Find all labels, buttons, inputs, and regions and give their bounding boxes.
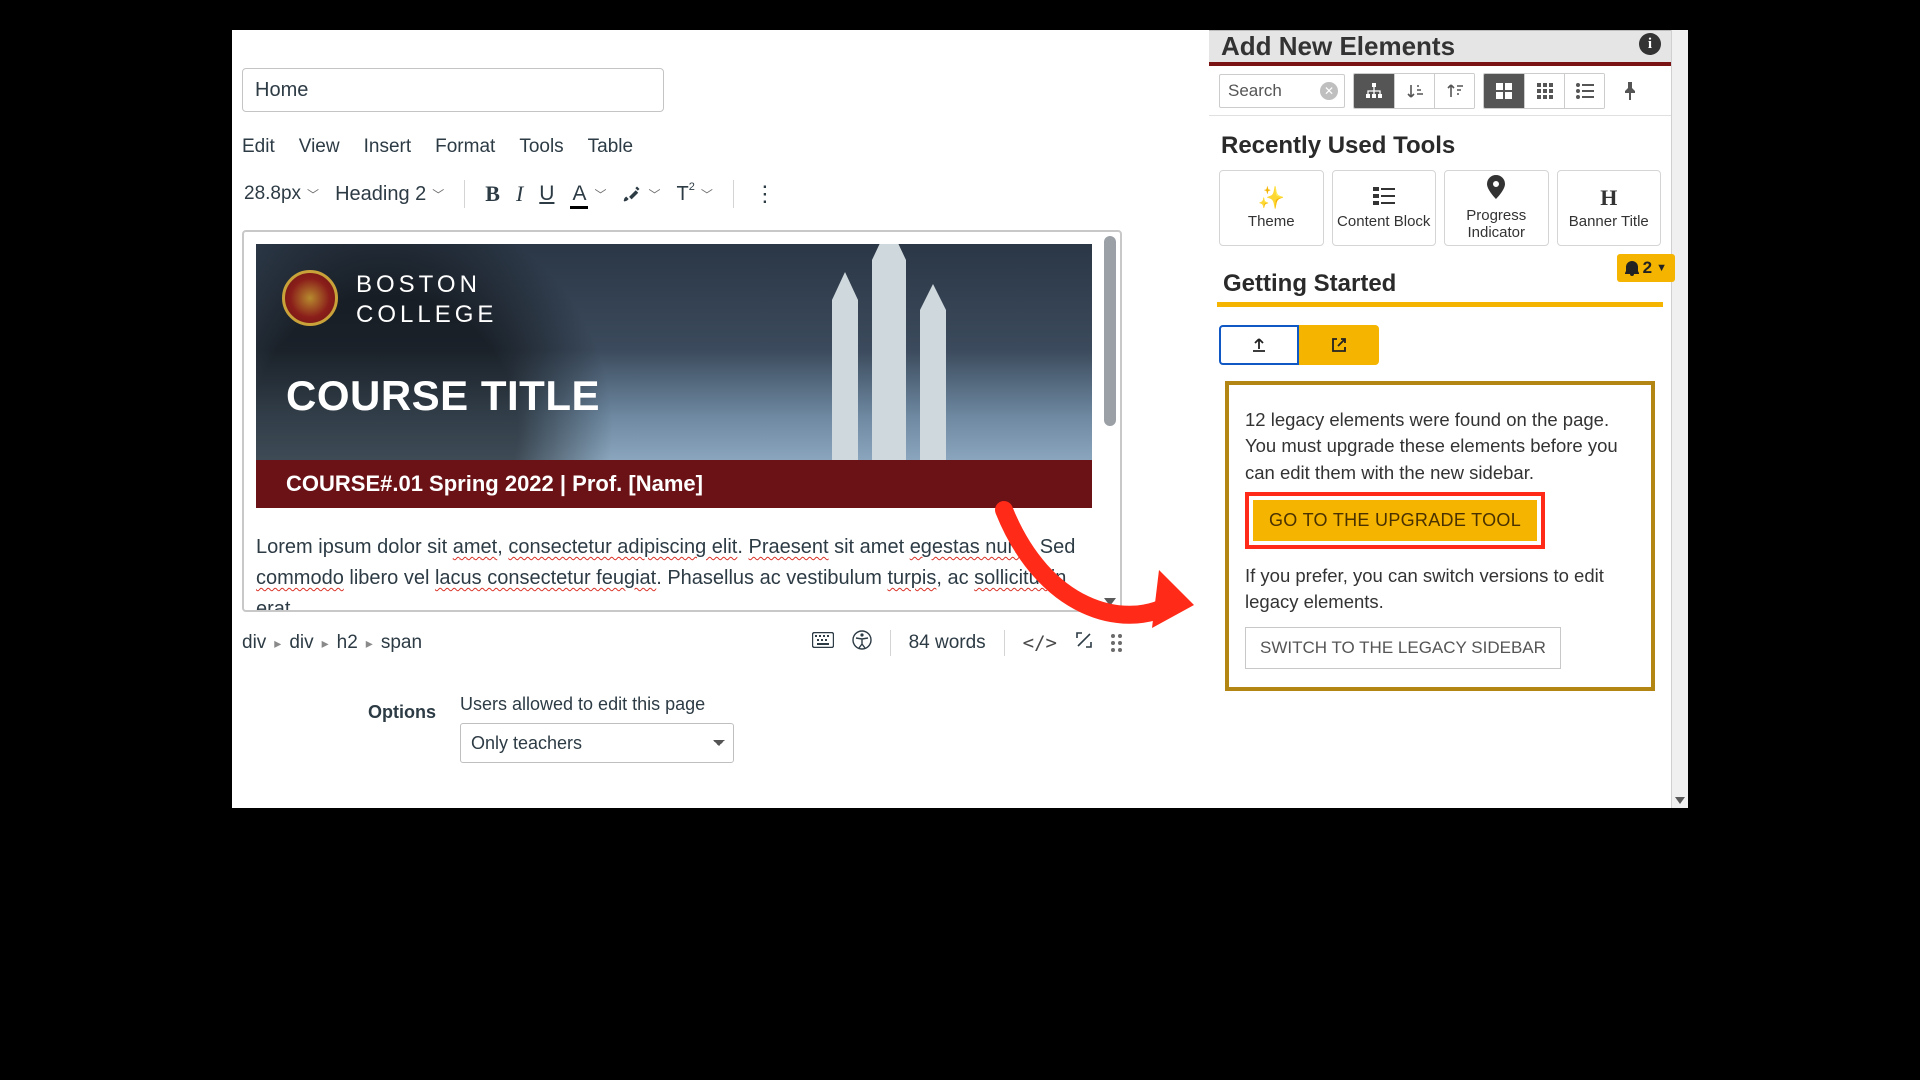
small-grid-button[interactable] [1524,74,1564,108]
font-size-value: 28.8px [244,183,301,205]
tool-content-block[interactable]: Content Block [1332,170,1437,246]
menu-edit[interactable]: Edit [242,136,275,158]
font-size-picker[interactable]: 28.8px ﹀ [242,183,321,205]
sort-desc-button[interactable] [1434,74,1474,108]
tool-progress-indicator[interactable]: Progress Indicator [1444,170,1549,246]
resize-grip-icon[interactable] [1111,634,1122,652]
word-count[interactable]: 84 words [909,632,986,654]
sort-asc-button[interactable] [1394,74,1434,108]
callout-text-1: 12 legacy elements were found on the pag… [1245,407,1635,486]
editor-toolbar: 28.8px ﹀ Heading 2 ﹀ B I U A﹀ ﹀ T2﹀ ⋮ [242,172,1182,216]
recent-tools-heading: Recently Used Tools [1209,116,1671,170]
import-export-buttons [1213,325,1667,365]
list-view-button[interactable] [1564,74,1604,108]
upgrade-highlight: GO TO THE UPGRADE TOOL [1245,492,1545,549]
editor-canvas[interactable]: BOSTONCOLLEGE COURSE TITLE COURSE#.01 Sp… [242,230,1122,612]
sidebar-filter-row: Search ✕ [1209,66,1671,116]
bold-button[interactable]: B [483,181,502,207]
page-scrollbar[interactable] [1671,30,1688,808]
map-pin-icon [1487,175,1505,204]
large-grid-button[interactable] [1484,74,1524,108]
editor-menubar: Edit View Insert Format Tools Table [242,136,1182,158]
go-to-upgrade-button[interactable]: GO TO THE UPGRADE TOOL [1253,500,1537,541]
italic-button[interactable]: I [514,181,525,207]
menu-insert[interactable]: Insert [364,136,412,158]
menu-tools[interactable]: Tools [519,136,563,158]
fullscreen-button[interactable] [1075,631,1093,655]
chevron-down-icon: ﹀ [701,186,713,203]
upload-button[interactable] [1219,325,1299,365]
underline-button[interactable]: U [537,182,556,206]
gold-divider [1217,302,1663,307]
list-icon [1373,186,1395,210]
wand-icon: ✨ [1258,186,1285,210]
search-input[interactable]: Search ✕ [1219,74,1345,108]
chevron-down-icon: ﹀ [594,186,606,203]
heading-icon: H [1600,186,1617,210]
sort-group [1353,73,1475,109]
editor-pane: Edit View Insert Format Tools Table 28.8… [232,30,1192,808]
course-subtitle-bar: COURSE#.01 Spring 2022 | Prof. [Name] [256,460,1092,508]
superscript-button[interactable]: T2﹀ [674,183,714,206]
accessibility-icon[interactable] [852,630,872,656]
canvas-scrollbar[interactable] [1104,236,1116,606]
institution-name: BOSTONCOLLEGE [356,270,497,330]
edit-permission-select[interactable]: Only teachers [460,723,734,763]
course-title: COURSE TITLE [286,372,600,420]
chevron-down-icon: ﹀ [432,186,444,203]
search-placeholder: Search [1228,81,1282,101]
block-type-value: Heading 2 [335,183,426,206]
toolbar-separator [733,180,734,208]
info-icon[interactable]: i [1639,33,1661,55]
course-banner: BOSTONCOLLEGE COURSE TITLE COURSE#.01 Sp… [256,244,1092,508]
external-link-icon [1330,336,1348,354]
page-title-input[interactable] [242,68,664,112]
tree-view-button[interactable] [1354,74,1394,108]
block-type-picker[interactable]: Heading 2 ﹀ [333,183,446,206]
tool-banner-title[interactable]: HBanner Title [1557,170,1662,246]
getting-started-heading: Getting Started [1213,270,1667,302]
bell-icon [1625,260,1639,276]
highlight-button[interactable]: ﹀ [620,184,662,204]
notification-chip[interactable]: 2▼ [1617,254,1675,282]
elements-sidebar: Add New Elements i Search ✕ Recently Use… [1209,30,1671,808]
callout-text-2: If you prefer, you can switch versions t… [1245,563,1635,616]
open-external-button[interactable] [1299,325,1379,365]
chevron-down-icon: ﹀ [307,186,319,203]
more-tools-button[interactable]: ⋮ [752,181,772,207]
text-color-button[interactable]: A﹀ [568,182,608,206]
body-paragraph: Lorem ipsum dolor sit amet, consectetur … [256,532,1092,612]
edit-permission-caption: Users allowed to edit this page [460,694,734,715]
keyboard-icon[interactable] [812,632,834,654]
pin-sidebar-button[interactable] [1613,74,1647,108]
menu-format[interactable]: Format [435,136,495,158]
view-group [1483,73,1605,109]
menu-table[interactable]: Table [588,136,633,158]
upgrade-callout: 12 legacy elements were found on the pag… [1225,381,1655,691]
caret-down-icon: ▼ [1656,262,1667,274]
recent-tools-row: ✨Theme Content Block Progress Indicator … [1209,170,1671,246]
tool-theme[interactable]: ✨Theme [1219,170,1324,246]
page-options: Options Users allowed to edit this page … [242,694,1182,763]
getting-started-section: Getting Started 2▼ 12 legacy elements we… [1209,270,1671,691]
menu-view[interactable]: View [299,136,340,158]
highlighter-icon [622,184,642,204]
upload-icon [1250,336,1268,354]
editor-statusbar: div▸ div▸ h2▸ span 84 words </> [242,622,1122,664]
tower-illustration [822,260,972,460]
html-view-button[interactable]: </> [1023,632,1057,654]
switch-legacy-button[interactable]: SWITCH TO THE LEGACY SIDEBAR [1245,627,1561,669]
college-seal-icon [282,270,338,326]
clear-search-icon[interactable]: ✕ [1320,82,1338,100]
element-breadcrumb[interactable]: div▸ div▸ h2▸ span [242,632,422,654]
options-label: Options [368,694,436,723]
sidebar-header: Add New Elements i [1209,30,1671,66]
toolbar-separator [464,180,465,208]
chevron-down-icon: ﹀ [648,186,660,203]
